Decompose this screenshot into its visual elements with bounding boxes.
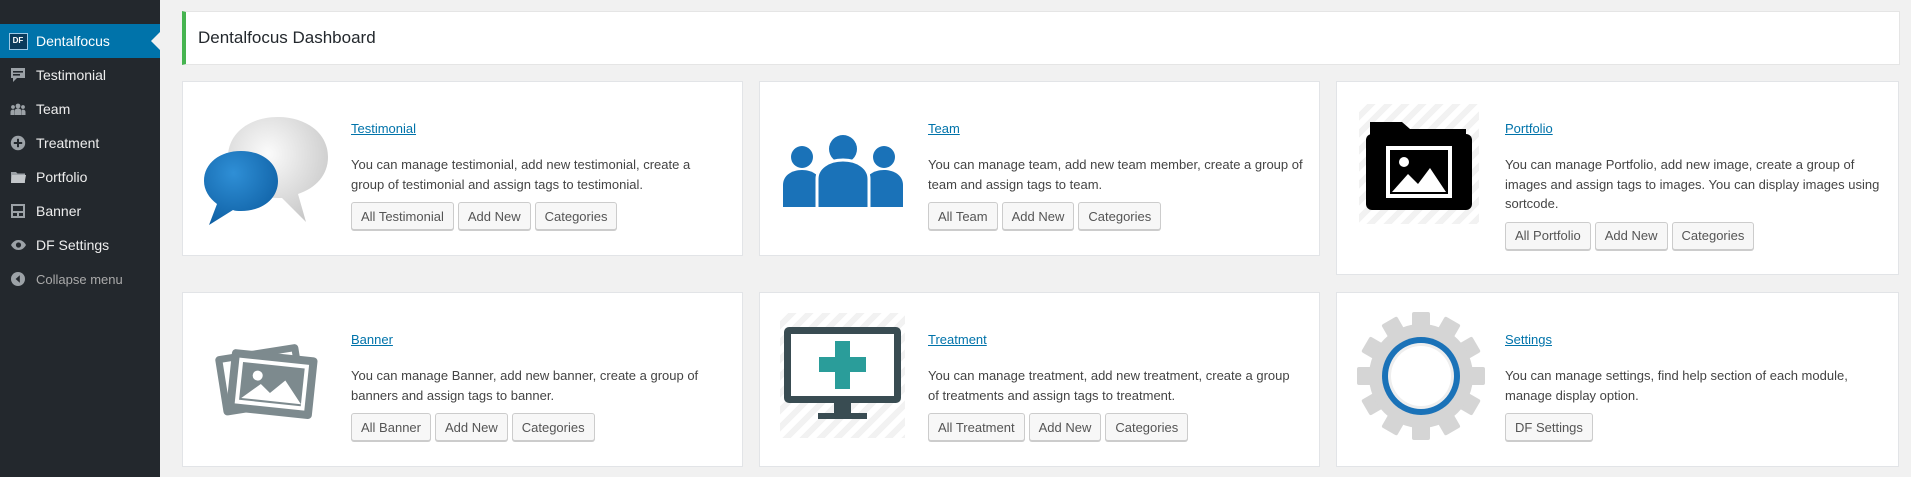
sidebar-item-label: Portfolio (36, 169, 88, 185)
sidebar-item-label: Team (36, 101, 71, 117)
df-settings-button[interactable]: DF Settings (1505, 413, 1593, 441)
testimonial-description: You can manage testimonial, add new test… (351, 157, 691, 192)
banner-categories-button[interactable]: Categories (511, 413, 595, 441)
sidebar-item-treatment[interactable]: Treatment (0, 126, 160, 160)
page-header: Dentalfocus Dashboard (182, 11, 1900, 65)
treatment-title-link[interactable]: Treatment (928, 332, 987, 347)
folder-image-icon (1359, 104, 1479, 224)
all-testimonial-button[interactable]: All Testimonial (351, 202, 454, 230)
portfolio-description: You can manage Portfolio, add new image,… (1505, 157, 1880, 211)
add-new-treatment-button[interactable]: Add New (1028, 413, 1102, 441)
team-description: You can manage team, add new team member… (928, 157, 1303, 192)
collapse-menu-label: Collapse menu (36, 271, 123, 287)
testimonial-card: Testimonial You can manage testimonial, … (182, 81, 743, 256)
banner-description: You can manage Banner, add new banner, c… (351, 368, 699, 403)
slides-icon (8, 201, 28, 221)
sidebar-item-testimonial[interactable]: Testimonial (0, 58, 160, 92)
page-title: Dentalfocus Dashboard (198, 28, 376, 47)
add-new-testimonial-button[interactable]: Add New (457, 202, 531, 230)
portfolio-title-link[interactable]: Portfolio (1505, 121, 1553, 136)
team-title-link[interactable]: Team (928, 121, 960, 136)
sidebar-item-label: Banner (36, 203, 82, 219)
testimonial-title-link[interactable]: Testimonial (351, 121, 416, 136)
df-badge: DF (8, 32, 28, 50)
portfolio-categories-button[interactable]: Categories (1671, 221, 1755, 250)
banner-card: Banner You can manage Banner, add new ba… (182, 292, 743, 467)
team-card: Team You can manage team, add new team m… (759, 81, 1320, 256)
all-portfolio-button[interactable]: All Portfolio (1505, 221, 1591, 250)
all-treatment-button[interactable]: All Treatment (928, 413, 1025, 441)
speech-bubbles-icon (198, 104, 333, 234)
plus-circle-icon (8, 133, 28, 153)
sidebar-item-label: DF Settings (36, 237, 110, 253)
collapse-menu-button[interactable]: Collapse menu (0, 262, 160, 296)
treatment-description: You can manage treatment, add new treatm… (928, 368, 1290, 403)
sidebar-item-banner[interactable]: Banner (0, 194, 160, 228)
sidebar-item-team[interactable]: Team (0, 92, 160, 126)
portfolio-icon (8, 167, 28, 187)
add-new-banner-button[interactable]: Add New (434, 413, 508, 441)
all-team-button[interactable]: All Team (928, 202, 998, 230)
team-people-icon (775, 104, 910, 234)
settings-icon (8, 235, 28, 255)
team-categories-button[interactable]: Categories (1078, 202, 1162, 230)
settings-description: You can manage settings, find help secti… (1505, 368, 1848, 403)
treatment-categories-button[interactable]: Categories (1105, 413, 1189, 441)
settings-title-link[interactable]: Settings (1505, 332, 1552, 347)
add-new-portfolio-button[interactable]: Add New (1594, 221, 1668, 250)
sidebar-item-df-settings[interactable]: DF Settings (0, 228, 160, 262)
groups-icon (8, 99, 28, 119)
all-banner-button[interactable]: All Banner (351, 413, 431, 441)
testimonial-categories-button[interactable]: Categories (534, 202, 618, 230)
treatment-card: Treatment You can manage treatment, add … (759, 292, 1320, 467)
comment-icon (8, 65, 28, 85)
photos-icon (198, 315, 333, 445)
add-new-team-button[interactable]: Add New (1001, 202, 1075, 230)
df-logo-icon: DF (8, 31, 28, 51)
collapse-arrow-icon (8, 269, 28, 289)
monitor-plus-icon (780, 313, 905, 438)
banner-title-link[interactable]: Banner (351, 332, 393, 347)
settings-card: Settings You can manage settings, find h… (1336, 292, 1899, 467)
sidebar-item-portfolio[interactable]: Portfolio (0, 160, 160, 194)
portfolio-card: Portfolio You can manage Portfolio, add … (1336, 81, 1899, 275)
sidebar-item-dentalfocus[interactable]: DF Dentalfocus (0, 24, 160, 58)
gear-icon (1353, 311, 1488, 441)
sidebar-item-label: Testimonial (36, 67, 107, 83)
sidebar-item-label: Dentalfocus (36, 33, 110, 49)
admin-sidebar: DF Dentalfocus Testimonial Team Treatmen… (0, 0, 160, 477)
sidebar-item-label: Treatment (36, 135, 100, 151)
